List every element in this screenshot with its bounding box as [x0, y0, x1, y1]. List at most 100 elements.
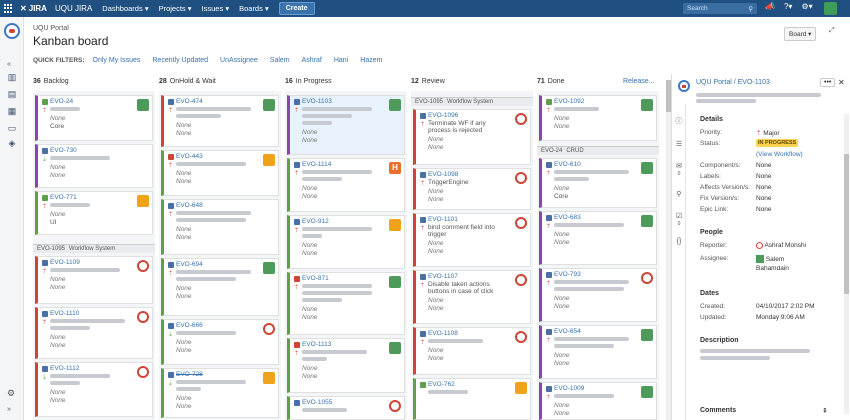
issue-card[interactable]: ⇡ EVO-1096 Terminate WF if any process is…	[413, 109, 531, 165]
issue-card[interactable]: ⇡ EVO-1101 bind comment field into trigge…	[413, 213, 531, 267]
instance-name[interactable]: UQU JIRA	[55, 4, 92, 13]
breadcrumb[interactable]: UQU Portal	[33, 25, 108, 32]
issue-card[interactable]: ⇡ EVO-771 None UI	[35, 191, 153, 235]
issue-card[interactable]: ⇡ EVO-648 None None	[161, 199, 279, 255]
issue-card[interactable]: ⇡ EVO-610 None Core	[539, 158, 657, 208]
issue-key[interactable]: EVO-1101	[428, 216, 527, 223]
nav-projects[interactable]: Projects ▾	[159, 4, 192, 13]
issue-card[interactable]: ⇣ EVO-1112 None None	[35, 362, 153, 417]
issue-card[interactable]: ⇡ EVO-683 None None	[539, 211, 657, 265]
sidebar-toggle-icon[interactable]: «	[7, 61, 11, 68]
issue-card[interactable]: ⇡ EVO-1098 TriggerEngine None None	[413, 168, 531, 210]
issue-card[interactable]: ⇡ EVO-694 None None	[161, 258, 279, 316]
issue-card[interactable]: ⇣ EVO-728 None None	[161, 368, 279, 418]
description-text[interactable]	[700, 349, 820, 360]
issue-card-selected[interactable]: ⇡ EVO-1103 None None	[287, 95, 405, 155]
issue-key[interactable]: EVO-871	[302, 275, 401, 282]
priority-value[interactable]: ⇡ Major	[756, 129, 780, 137]
issue-key[interactable]: EVO-1009	[554, 385, 653, 392]
issue-key[interactable]: EVO-1103	[302, 98, 401, 105]
quick-filter-ashraf[interactable]: Ashraf	[302, 57, 322, 64]
issue-card[interactable]: ⇡ EVO-474 None None	[161, 95, 279, 147]
issue-key[interactable]: EVO-1096	[428, 112, 527, 119]
releases-icon[interactable]: ▭	[7, 124, 17, 133]
components-value[interactable]: None	[756, 162, 772, 169]
info-icon[interactable]: ⓘ	[675, 116, 683, 126]
issue-card[interactable]: ⇡ EVO-871 None None	[287, 272, 405, 335]
issue-key[interactable]: EVO-474	[176, 98, 275, 105]
close-icon[interactable]: ✕	[838, 78, 845, 87]
jira-logo[interactable]: ✕ JIRA	[20, 4, 47, 13]
issue-key[interactable]: EVO-1114	[302, 161, 401, 168]
quick-filter-hani[interactable]: Hani	[334, 57, 348, 64]
issue-key[interactable]: EVO-728	[176, 371, 275, 378]
issue-card[interactable]: ⇡ EVO-1110 None None	[35, 307, 153, 359]
subtask-icon[interactable]: ☑	[675, 212, 683, 220]
issue-key[interactable]: EVO-1110	[50, 310, 149, 317]
quick-filter-recently-updated[interactable]: Recently Updated	[152, 57, 208, 64]
issue-key[interactable]: EVO-771	[50, 194, 149, 201]
detail-breadcrumb[interactable]: UQU Portal / EVO-1103	[696, 79, 770, 86]
project-avatar[interactable]	[4, 23, 20, 39]
issue-key[interactable]: EVO-694	[176, 261, 275, 268]
assignee-value[interactable]: Salem Bahamdain	[756, 255, 816, 273]
nav-boards[interactable]: Boards ▾	[239, 4, 269, 13]
issue-key[interactable]: EVO-912	[302, 218, 401, 225]
code-icon[interactable]: {}	[675, 238, 683, 245]
components-icon[interactable]: ◈	[7, 139, 17, 148]
description-icon[interactable]: ☰	[675, 140, 683, 148]
issue-key[interactable]: EVO-730	[50, 147, 149, 154]
board-menu-button[interactable]: Board ▾	[784, 27, 817, 41]
issue-card[interactable]: ⇡ EVO-1092 None None	[539, 95, 657, 141]
nav-issues[interactable]: Issues ▾	[202, 4, 230, 13]
attachment-icon[interactable]: ⚲	[675, 190, 683, 198]
quick-filter-only-my-issues[interactable]: Only My Issues	[93, 57, 141, 64]
issue-card[interactable]: ⇡ EVO-443 None None	[161, 150, 279, 196]
collapse-icon[interactable]: ⤢	[829, 27, 835, 35]
issue-key[interactable]: EVO-1113	[302, 341, 401, 348]
issue-key[interactable]: EVO-666	[176, 322, 275, 329]
issue-key[interactable]: EVO-762	[428, 381, 527, 388]
issue-card[interactable]: ⇡ EVO-1009 None None	[539, 382, 657, 420]
app-switcher-icon[interactable]	[4, 3, 14, 14]
swimlane-header[interactable]: EVO-1095 Workflow System	[33, 244, 155, 253]
quick-filter-unassignee[interactable]: UnAssignee	[220, 57, 258, 64]
affects-version-value[interactable]: None	[756, 184, 772, 191]
sidebar-expand-icon[interactable]: »	[7, 406, 11, 413]
swimlane-header[interactable]: EVO-1095 Workflow System	[411, 97, 533, 106]
issues-icon[interactable]: ▤	[7, 90, 17, 99]
issue-key[interactable]: EVO-1055	[302, 399, 401, 406]
issue-card[interactable]: ⇡ EVO-1113 None None	[287, 338, 405, 393]
project-settings-icon[interactable]: ⚙	[7, 388, 15, 399]
issue-card[interactable]: ⇡ EVO-1108 None None	[413, 327, 531, 375]
issue-key[interactable]: EVO-1112	[50, 365, 149, 372]
release-link[interactable]: Release...	[623, 78, 655, 85]
megaphone-icon[interactable]: 📣	[765, 2, 775, 11]
quick-filter-salem[interactable]: Salem	[270, 57, 290, 64]
nav-dashboards[interactable]: Dashboards ▾	[102, 4, 148, 13]
issue-card[interactable]: EVO-762	[413, 378, 531, 420]
create-button[interactable]: Create	[278, 2, 315, 15]
collapse-up-icon[interactable]: ⇞	[822, 407, 828, 415]
status-badge[interactable]: IN PROGRESS	[756, 139, 799, 147]
quick-filter-hazem[interactable]: Hazem	[360, 57, 382, 64]
issue-key[interactable]: EVO-443	[176, 153, 275, 160]
issue-key[interactable]: EVO-654	[554, 328, 653, 335]
issue-key[interactable]: EVO-1109	[50, 259, 149, 266]
user-avatar[interactable]	[824, 2, 837, 15]
issue-card[interactable]: ⇡ EVO-1107 Disable taken actions buttons …	[413, 270, 531, 324]
labels-value[interactable]: None	[756, 173, 772, 180]
search-input[interactable]: Search ⚲	[683, 3, 757, 14]
epic-link-value[interactable]: None	[756, 206, 772, 213]
help-icon[interactable]: ?▾	[784, 2, 792, 11]
issue-card[interactable]: ⇡ EVO-1109 None None	[35, 256, 153, 304]
issue-card[interactable]: ⇡ EVO-793 None None	[539, 268, 657, 322]
issue-key[interactable]: EVO-648	[176, 202, 275, 209]
issue-card[interactable]: EVO-1055	[287, 396, 405, 420]
detail-scrollbar[interactable]	[844, 114, 849, 414]
more-actions-button[interactable]: •••	[820, 78, 836, 87]
issue-card[interactable]: ⇣ EVO-730 None None	[35, 144, 153, 188]
comment-icon[interactable]: ✉	[675, 162, 683, 170]
issue-key[interactable]: EVO-1098	[428, 171, 527, 178]
view-workflow-link[interactable]: (View Workflow)	[756, 151, 803, 158]
